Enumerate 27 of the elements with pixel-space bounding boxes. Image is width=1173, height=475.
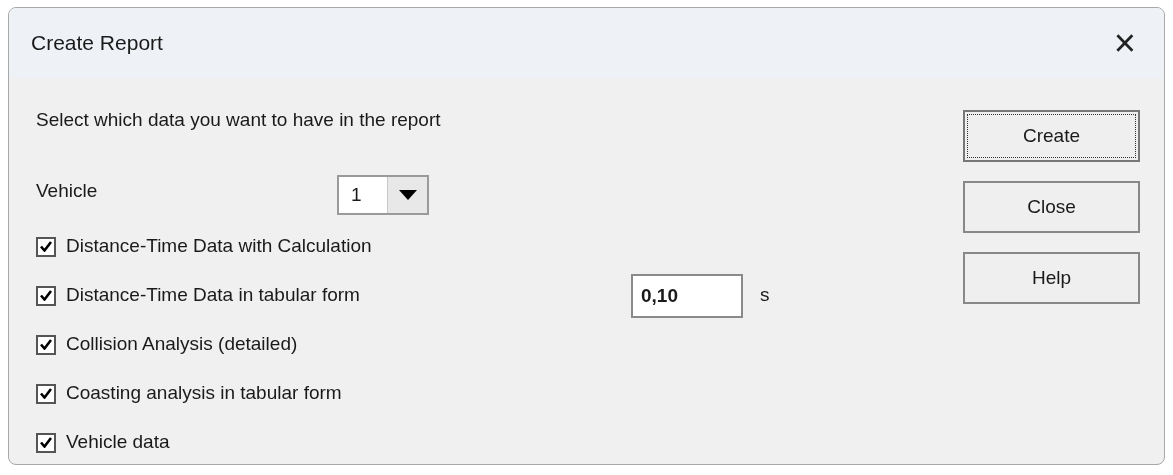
option-label: Coasting analysis in tabular form xyxy=(66,381,343,406)
vehicle-label: Vehicle xyxy=(36,178,99,203)
checkbox[interactable] xyxy=(36,432,56,453)
option-label: Distance-Time Data with Calculation xyxy=(66,234,373,259)
option-label: Collision Analysis (detailed) xyxy=(66,332,299,357)
check-icon xyxy=(40,388,52,399)
instruction-text: Select which data you want to have in the report xyxy=(36,108,442,132)
option-label: Distance-Time Data in tabular form xyxy=(66,283,361,308)
dialog-button[interactable]: Create xyxy=(963,110,1140,162)
check-icon xyxy=(40,290,52,301)
vehicle-dropdown[interactable]: 1 xyxy=(337,175,429,215)
dropdown-arrow-icon xyxy=(398,190,417,200)
option-label: Vehicle data xyxy=(66,430,171,455)
interval-field[interactable]: 0,10 xyxy=(631,273,743,318)
check-icon xyxy=(40,437,52,448)
unit-label: s xyxy=(760,283,770,308)
check-icon xyxy=(40,241,52,252)
checkbox[interactable] xyxy=(36,334,56,355)
dropdown-value: 1 xyxy=(350,183,363,207)
dialog-button[interactable]: Close xyxy=(963,181,1140,233)
checkbox[interactable] xyxy=(36,383,56,404)
checkbox[interactable] xyxy=(36,285,56,306)
close-button[interactable]: × xyxy=(1105,24,1144,62)
check-icon xyxy=(40,339,52,350)
checkbox[interactable] xyxy=(36,236,56,257)
window-title: Create Report xyxy=(31,30,163,57)
dialog-button[interactable]: Help xyxy=(963,252,1140,304)
